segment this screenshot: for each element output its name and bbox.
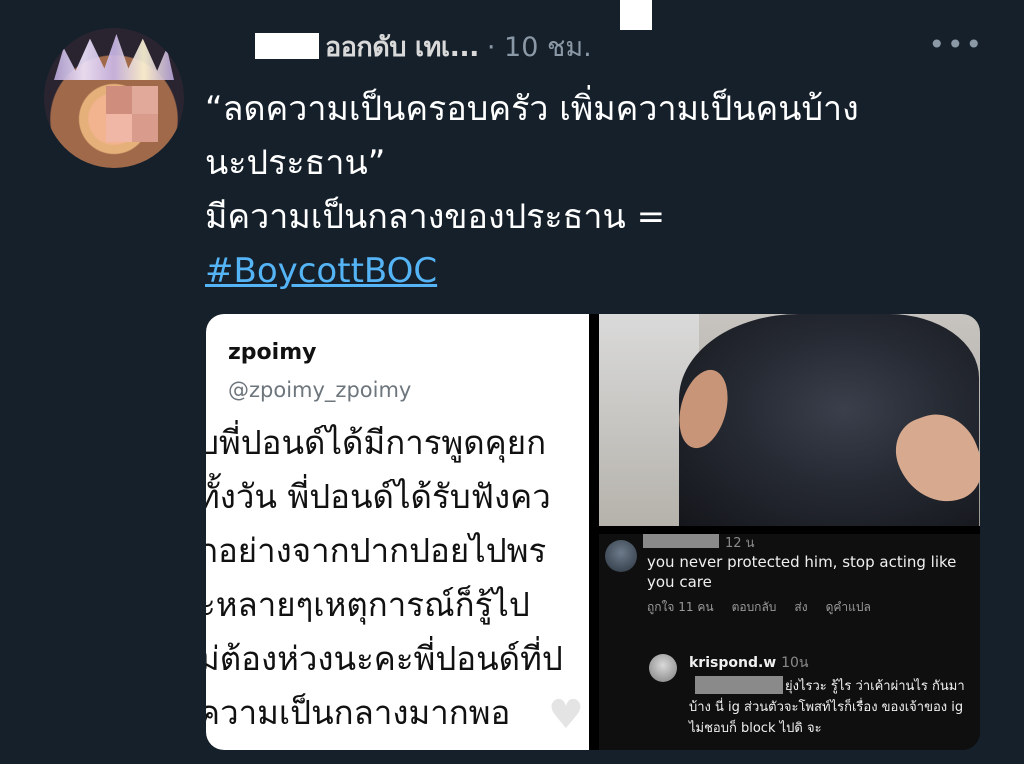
embedded-line-2: ทั้งวัน พี่ปอนด์ได้รับฟังคว bbox=[206, 477, 551, 516]
embedded-author-handle: @zpoimy_zpoimy bbox=[228, 378, 412, 402]
heart-icon: ♥ bbox=[548, 692, 584, 738]
comment-reply: ตอบกลับ bbox=[731, 600, 777, 614]
tweet-header: ออกดับ เทเ... · 10 ชม. ••• bbox=[205, 0, 984, 68]
hashtag-link[interactable]: #BoycottBOC bbox=[205, 244, 985, 298]
user-avatar[interactable] bbox=[44, 28, 184, 168]
embedded-line-1: ับพี่ปอนด์ได้มีการพูดคุยก bbox=[206, 423, 547, 462]
tweet-line-1: “ลดความเป็นครอบครัว เพิ่มความเป็นคนบ้าง bbox=[205, 89, 859, 129]
redacted-name-block bbox=[255, 33, 319, 59]
comment-2-text: ยุ่งไรวะ รู้ไร ว่าเค้าผ่านไร กันมาบ้าง น… bbox=[689, 676, 977, 739]
embedded-text-body: ับพี่ปอนด์ได้มีการพูดคุยก ทั้งวัน พี่ปอน… bbox=[206, 416, 589, 740]
comment-2-username: krispond.w bbox=[689, 655, 777, 671]
comment-1-actions: ถูกใจ 11 คน ตอบกลับ ส่ง ดูคำแปล bbox=[647, 598, 871, 617]
media-comments-screenshot[interactable]: 12 น you never protected him, stop actin… bbox=[599, 534, 980, 750]
comment-like-count: ถูกใจ 11 คน bbox=[647, 600, 714, 614]
more-horizontal-icon[interactable]: ••• bbox=[928, 28, 984, 61]
commenter-avatar-2 bbox=[649, 654, 677, 682]
tweet-line-3: มีความเป็นกลางของประธาน = bbox=[205, 197, 666, 237]
media-photo-hug[interactable] bbox=[599, 314, 980, 526]
comment-2-body: ยุ่งไรวะ รู้ไร ว่าเค้าผ่านไร กันมาบ้าง น… bbox=[689, 679, 965, 736]
redacted-name-block-top bbox=[620, 0, 652, 30]
embedded-author-name: zpoimy bbox=[228, 340, 317, 365]
tweet-timestamp[interactable]: · 10 ชม. bbox=[487, 25, 592, 68]
redacted-username-1 bbox=[643, 534, 719, 548]
comment-1-time: 12 น bbox=[725, 536, 755, 551]
tweet-text: “ลดความเป็นครอบครัว เพิ่มความเป็นคนบ้าง … bbox=[205, 82, 985, 298]
comment-send: ส่ง bbox=[794, 600, 808, 614]
tweet-media-grid[interactable]: zpoimy @zpoimy_zpoimy ับพี่ปอนด์ได้มีการ… bbox=[206, 314, 980, 750]
comment-2-time: 10น bbox=[781, 655, 809, 671]
comment-2-header: krispond.w 10น bbox=[689, 652, 809, 674]
comment-translate: ดูคำแปล bbox=[825, 600, 871, 614]
comment-1-text: you never protected him, stop acting lik… bbox=[647, 553, 957, 591]
avatar-pixelated-face bbox=[106, 86, 158, 142]
author-name[interactable]: ออกดับ เทเ... bbox=[325, 25, 479, 68]
avatar-tiara-decoration bbox=[54, 34, 174, 80]
embedded-line-4: ะหลายๆเหตุการณ์ก็รู้ไป bbox=[206, 585, 530, 624]
embedded-line-6: ความเป็นกลางมากพอ bbox=[206, 693, 511, 732]
tweet-line-2: นะประธาน” bbox=[205, 143, 386, 183]
media-screenshot-left[interactable]: zpoimy @zpoimy_zpoimy ับพี่ปอนด์ได้มีการ… bbox=[206, 314, 589, 750]
embedded-line-3: กอย่างจากปากปอยไปพร bbox=[206, 531, 547, 570]
embedded-line-5: ม่ต้องห่วงนะคะพี่ปอนด์ที่ป bbox=[206, 639, 563, 678]
commenter-avatar-1 bbox=[605, 540, 637, 572]
